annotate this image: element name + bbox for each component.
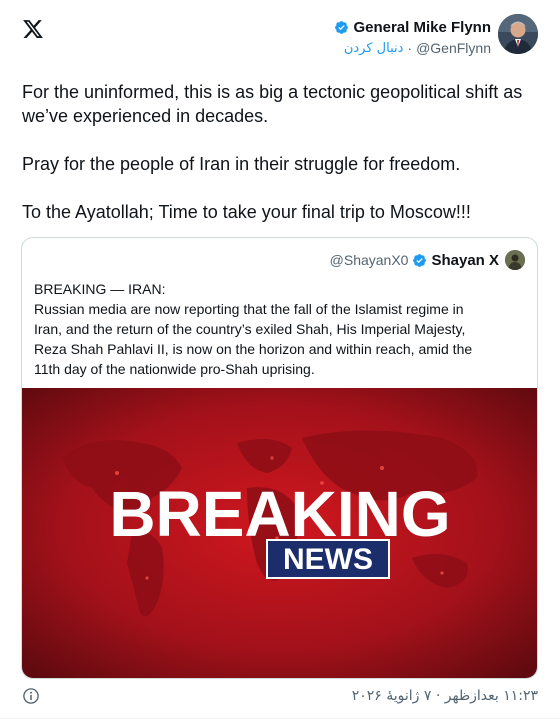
follow-button[interactable]: دنبال کردن xyxy=(344,41,404,56)
author-handle[interactable]: @GenFlynn xyxy=(416,40,491,56)
author-avatar[interactable] xyxy=(498,14,538,54)
verified-badge-icon xyxy=(412,253,427,268)
info-icon[interactable] xyxy=(22,687,40,705)
breaking-news-image[interactable]: BREAKING NEWS xyxy=(22,388,537,678)
quoted-tweet-card[interactable]: @ShayanX0 Shayan X BREAKING — IRAN: Russ… xyxy=(21,237,538,679)
quote-text-line: 11th day of the nationwide pro-Shah upri… xyxy=(34,361,315,377)
tweet-timestamp[interactable]: ۱۱:۲۳ بعدازظهر · ۷ ژانویهٔ ۲۰۲۶ xyxy=(352,688,538,704)
quote-text-line: Russian media are now reporting that the… xyxy=(34,301,464,317)
quote-author-display-name[interactable]: Shayan X xyxy=(431,252,499,269)
tweet-text-line: Pray for the people of Iran in their str… xyxy=(22,154,461,174)
tweet-text-line: To the Ayatollah; Time to take your fina… xyxy=(22,202,471,222)
quote-author[interactable]: @ShayanX0 Shayan X xyxy=(330,250,525,270)
quote-author-avatar[interactable] xyxy=(505,250,525,270)
tweet-author[interactable]: General Mike Flynn دنبال کردن · @GenFlyn… xyxy=(334,14,538,56)
tweet-footer: ۱۱:۲۳ بعدازظهر · ۷ ژانویهٔ ۲۰۲۶ xyxy=(22,685,538,707)
quote-text-line: Iran, and the return of the country’s ex… xyxy=(34,321,466,337)
x-logo-icon[interactable] xyxy=(22,18,44,40)
quote-text-line: BREAKING — IRAN: xyxy=(34,281,166,297)
news-subline: NEWS xyxy=(283,543,373,576)
author-display-name[interactable]: General Mike Flynn xyxy=(353,19,491,36)
divider xyxy=(0,718,560,719)
tweet-text: For the uninformed, this is as big a tec… xyxy=(22,80,542,248)
quote-text: BREAKING — IRAN: Russian media are now r… xyxy=(34,279,526,379)
verified-badge-icon xyxy=(334,20,349,35)
quote-text-line: Reza Shah Pahlavi II, is now on the hori… xyxy=(34,341,473,357)
separator-dot: · xyxy=(407,40,413,56)
quote-author-handle[interactable]: @ShayanX0 xyxy=(330,252,409,268)
tweet-text-line: For the uninformed, this is as big a tec… xyxy=(22,82,523,126)
